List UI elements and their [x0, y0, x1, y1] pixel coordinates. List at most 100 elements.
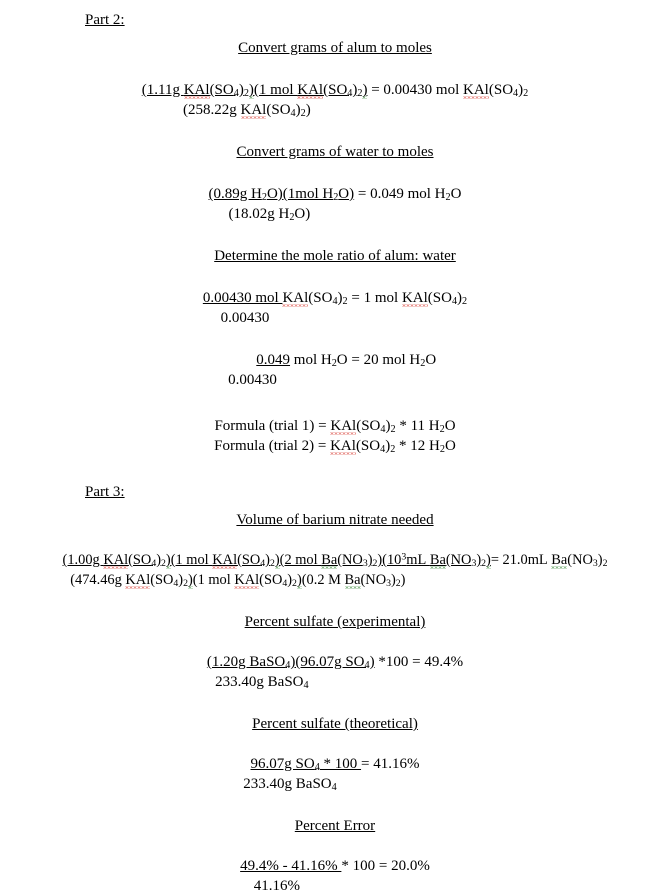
- fraction-numerator: (0.89g H2O)(1mol H2O): [208, 186, 355, 204]
- heading-convert-water: Convert grams of water to moles: [0, 142, 670, 162]
- spellcheck-underline-red: KAl: [297, 82, 324, 98]
- equation-percent-error: 49.4% - 41.16% * 100 = 20.0% 41.16%: [0, 856, 670, 896]
- equation-percent-sulfate-theoretical: 96.07g SO4 * 100 = 41.16% 233.40g BaSO4: [0, 754, 670, 794]
- spellcheck-underline-red: KAl: [240, 102, 267, 118]
- equation-water-numerator-line: (0.89g H2O)(1mol H2O) = 0.049 mol H2O: [0, 184, 670, 204]
- heading-mole-ratio: Determine the mole ratio of alum: water: [0, 246, 670, 266]
- fraction-result: *100 = 49.4%: [374, 654, 464, 670]
- equation-pct-exp-numerator-line: (1.20g BaSO4)(96.07g SO4) *100 = 49.4%: [0, 652, 670, 672]
- spellcheck-underline-green: Ba: [429, 552, 446, 568]
- equation-water-denominator-line: (18.02g H2O): [228, 206, 442, 224]
- heading-convert-water-text: Convert grams of water to moles: [236, 144, 434, 160]
- formula-trial-1-label: Formula (trial 1) =: [214, 418, 331, 434]
- spellcheck-underline-green: Ba: [344, 572, 361, 588]
- equation-pct-error-denominator-line: 41.16%: [253, 878, 417, 894]
- equation-pct-theo-numerator-line: 96.07g SO4 * 100 = 41.16%: [0, 754, 670, 774]
- spellcheck-underline-red: KAl: [282, 290, 309, 306]
- spellcheck-underline-green: ): [165, 552, 171, 568]
- heading-percent-error-text: Percent Error: [294, 818, 376, 834]
- fraction-numerator: (1.11g KAl(SO4)2)(1 mol KAl(SO4)2): [141, 82, 368, 100]
- heading-percent-sulfate-experimental: Percent sulfate (experimental): [0, 612, 670, 632]
- heading-percent-sulfate-experimental-text: Percent sulfate (experimental): [244, 614, 426, 630]
- equation-ratio-water-numerator-line: 0.049 mol H2O = 20 mol H2O: [0, 350, 670, 370]
- equation-alum-denominator-line: (258.22g KAl(SO4)2): [183, 102, 487, 120]
- heading-convert-alum-text: Convert grams of alum to moles: [238, 40, 432, 56]
- fraction-result: = 41.16%: [361, 756, 420, 772]
- fraction-numerator: 0.00430 mol: [202, 290, 283, 306]
- equation-ratio-alum-denominator-line: 0.00430: [216, 310, 454, 326]
- fraction-numerator: (1.20g BaSO4)(96.07g SO4): [206, 654, 375, 672]
- fraction-numerator: 96.07g SO4 * 100: [250, 756, 362, 774]
- part-3-text: Part 3:: [85, 484, 125, 500]
- spellcheck-underline-red: KAl: [330, 438, 356, 454]
- heading-convert-alum: Convert grams of alum to moles: [0, 38, 670, 58]
- heading-mole-ratio-text: Determine the mole ratio of alum: water: [214, 248, 456, 264]
- equation-ratio-water-denominator-line: 0.00430: [228, 372, 442, 388]
- spellcheck-underline-red: KAl: [401, 290, 428, 306]
- heading-volume-barium: Volume of barium nitrate needed: [0, 510, 670, 530]
- equation-pct-theo-denominator-line: 233.40g BaSO4: [239, 776, 337, 794]
- equation-ratio-alum-numerator-line: 0.00430 mol KAl(SO4)2 = 1 mol KAl(SO4)2: [0, 288, 670, 308]
- heading-percent-sulfate-theoretical-text: Percent sulfate (theoretical): [252, 716, 418, 732]
- spellcheck-underline-red: KAl: [125, 572, 151, 588]
- heading-volume-barium-text: Volume of barium nitrate needed: [236, 512, 434, 528]
- spellcheck-underline-red: KAl: [234, 572, 260, 588]
- spellcheck-underline-red: KAl: [212, 552, 238, 568]
- equation-pct-error-numerator-line: 49.4% - 41.16% * 100 = 20.0%: [0, 856, 670, 876]
- spellcheck-underline-red: KAl: [330, 418, 357, 434]
- equation-barium-numerator-line: (1.00g KAl(SO4)2)(1 mol KAl(SO4)2)(2 mol…: [0, 550, 670, 570]
- equation-barium-denominator-line: (474.46g KAl(SO4)2)(1 mol KAl(SO4)2)(0.2…: [70, 572, 600, 590]
- fraction-numerator: (1.00g KAl(SO4)2)(1 mol KAl(SO4)2)(2 mol…: [62, 551, 491, 570]
- spellcheck-underline-red: KAl: [183, 82, 210, 98]
- equation-alum-to-moles: (1.11g KAl(SO4)2)(1 mol KAl(SO4)2) = 0.0…: [0, 80, 670, 120]
- equation-percent-sulfate-experimental: (1.20g BaSO4)(96.07g SO4) *100 = 49.4% 2…: [0, 652, 670, 692]
- spellcheck-underline-green: ): [248, 82, 254, 98]
- equation-mole-ratio-water: 0.049 mol H2O = 20 mol H2O 0.00430: [0, 350, 670, 390]
- spellcheck-underline-green: ): [274, 552, 280, 568]
- equation-water-to-moles: (0.89g H2O)(1mol H2O) = 0.049 mol H2O (1…: [0, 184, 670, 224]
- heading-percent-sulfate-theoretical: Percent sulfate (theoretical): [0, 714, 670, 734]
- spellcheck-underline-green: Ba: [321, 552, 338, 568]
- spellcheck-underline-green: Ba: [551, 552, 568, 568]
- fraction-result: = 0.049 mol H2O: [354, 186, 462, 204]
- formula-trial-2-label: Formula (trial 2) =: [214, 438, 331, 454]
- fraction-result: = 0.00430 mol KAl(SO4)2: [367, 82, 529, 100]
- equation-alum-numerator-line: (1.11g KAl(SO4)2)(1 mol KAl(SO4)2) = 0.0…: [0, 80, 670, 100]
- equation-pct-exp-denominator-line: 233.40g BaSO4: [215, 674, 309, 692]
- spellcheck-underline-red: KAl: [463, 82, 489, 98]
- fraction-result: mol H2O = 20 mol H2O: [290, 352, 437, 370]
- part-2-text: Part 2:: [85, 12, 125, 28]
- document-page: Part 2: Convert grams of alum to moles (…: [0, 0, 670, 894]
- fraction-result: KAl(SO4)2 = 1 mol KAl(SO4)2: [282, 290, 468, 308]
- spellcheck-underline-green: ): [187, 572, 193, 588]
- fraction-result: * 100 = 20.0%: [341, 858, 430, 874]
- spellcheck-underline-green: ): [296, 572, 302, 588]
- fraction-numerator: 0.049: [256, 352, 291, 368]
- spellcheck-underline-red: KAl: [103, 552, 129, 568]
- heading-percent-error: Percent Error: [0, 816, 670, 836]
- part-3-label: Part 3:: [85, 482, 670, 502]
- formula-results: Formula (trial 1) = KAl(SO4)2 * 11 H2O F…: [0, 416, 670, 456]
- fraction-numerator: 49.4% - 41.16%: [240, 858, 342, 874]
- formula-trial-1-line: Formula (trial 1) = KAl(SO4)2 * 11 H2O: [214, 418, 456, 436]
- formula-trial-2-line: Formula (trial 2) = KAl(SO4)2 * 12 H2O: [214, 438, 456, 456]
- fraction-result: = 21.0mL Ba(NO3)2: [490, 552, 608, 570]
- part-2-label: Part 2:: [85, 10, 670, 30]
